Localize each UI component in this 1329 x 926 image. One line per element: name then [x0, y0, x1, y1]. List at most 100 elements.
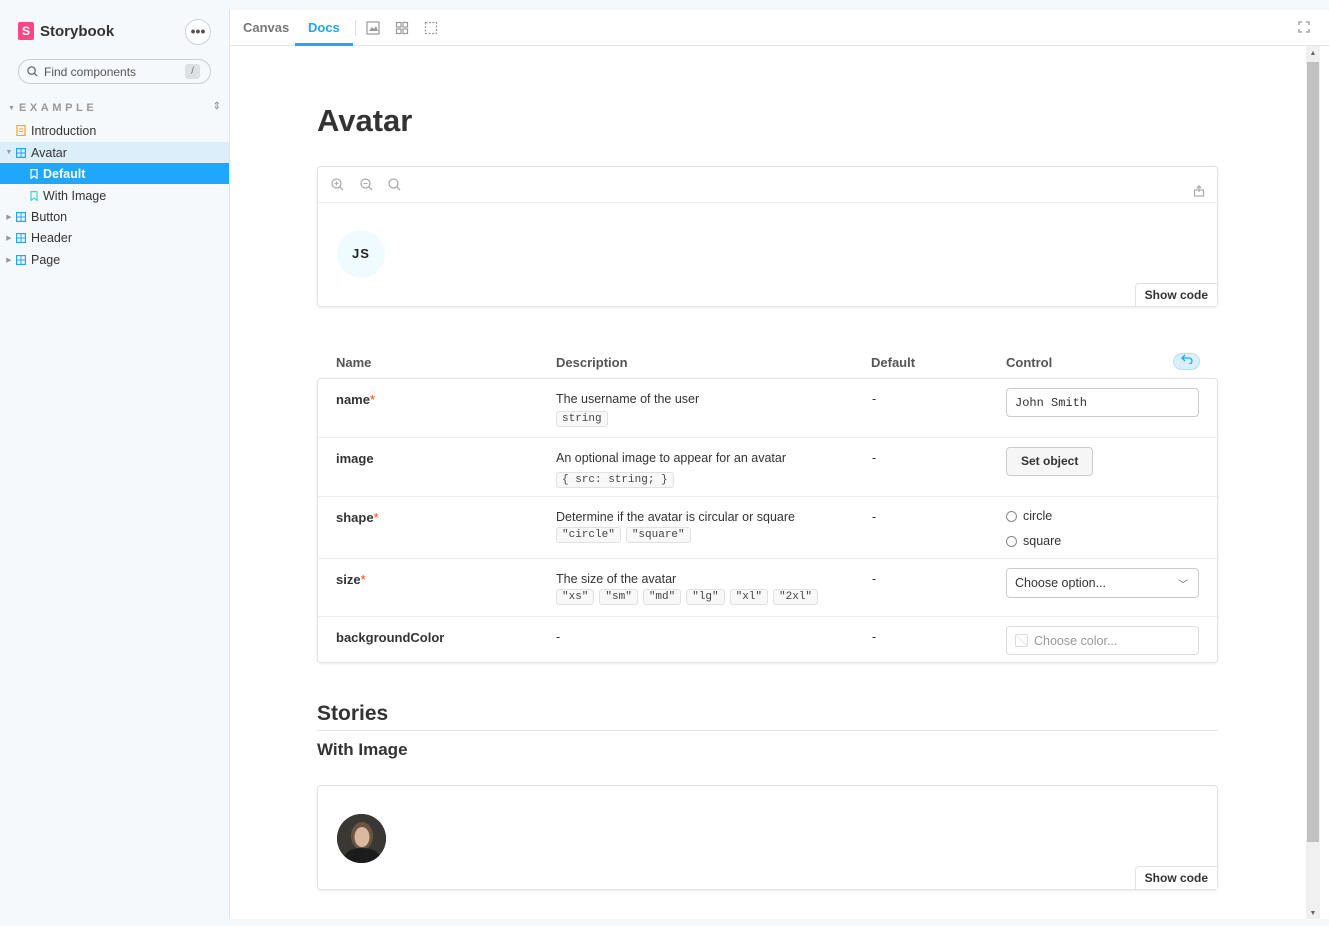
sidebar-item-label: Introduction — [31, 123, 97, 138]
arg-default: - — [872, 392, 877, 406]
arg-default: - — [872, 510, 877, 524]
page-title: Avatar — [317, 103, 413, 138]
column-header-control: Control — [1006, 355, 1053, 370]
show-code-button[interactable]: Show code — [1134, 283, 1217, 306]
section-label: EXAMPLE — [18, 102, 98, 114]
args-table: name* The username of the user string - … — [317, 378, 1218, 663]
caret-right-icon: ▶ — [6, 234, 12, 242]
arg-description: The size of the avatar — [556, 572, 677, 586]
stories-heading: Stories — [317, 702, 1218, 731]
background-image-icon[interactable] — [366, 21, 380, 35]
bookmark-icon — [30, 190, 38, 201]
sidebar: S Storybook ••• / ▼ EXAMPLE ⇕ Introducti… — [0, 10, 229, 926]
radio-button[interactable] — [1006, 510, 1017, 522]
type-code: "xs" — [556, 589, 595, 605]
scroll-up-arrow-icon[interactable]: ▲ — [1308, 50, 1318, 57]
size-select[interactable]: Choose option... ﹀ — [1006, 568, 1199, 598]
reset-controls-button[interactable] — [1173, 353, 1200, 370]
sidebar-item-button[interactable]: ▶ Button — [0, 206, 229, 227]
main-panel: Canvas Docs ▲ ▼ Avatar JS Show code Name… — [229, 10, 1329, 919]
color-placeholder: Choose color... — [1034, 633, 1118, 648]
search-shortcut-badge: / — [185, 64, 200, 79]
radio-button[interactable] — [1006, 535, 1017, 547]
type-code: { src: string; } — [556, 472, 674, 488]
storybook-logo-icon: S — [18, 22, 34, 40]
arg-description: The username of the user — [556, 392, 700, 406]
sidebar-item-label: Header — [31, 230, 72, 245]
tab-canvas[interactable]: Canvas — [243, 10, 289, 46]
required-marker: * — [373, 510, 379, 525]
component-icon — [16, 232, 26, 243]
sidebar-item-label: Button — [31, 209, 68, 224]
search-input[interactable] — [44, 64, 174, 79]
component-icon — [16, 147, 26, 158]
radio-option-circle[interactable]: circle — [1006, 509, 1052, 523]
arg-description: - — [556, 630, 561, 644]
required-marker: * — [360, 572, 366, 587]
type-code: "xl" — [729, 589, 769, 605]
zoom-in-icon[interactable] — [331, 178, 344, 191]
sidebar-item-avatar[interactable]: ▼ Avatar — [0, 142, 229, 163]
zoom-out-icon[interactable] — [360, 178, 373, 191]
caret-right-icon: ▶ — [6, 256, 12, 264]
avatar: JS — [337, 230, 385, 278]
arg-types: { src: string; } — [556, 472, 674, 488]
arg-name: shape* — [336, 510, 379, 525]
story-preview-with-image: Show code — [317, 785, 1218, 890]
set-object-button[interactable]: Set object — [1006, 447, 1094, 476]
type-code: "sm" — [599, 589, 638, 605]
scrollbar-thumb[interactable] — [1307, 62, 1319, 842]
grid-icon[interactable] — [395, 21, 409, 35]
column-header-name: Name — [336, 355, 372, 370]
show-code-button[interactable]: Show code — [1134, 866, 1217, 889]
arg-default: - — [872, 572, 877, 586]
document-icon — [16, 125, 26, 136]
sidebar-item-default[interactable]: Default — [0, 163, 229, 184]
type-code: "2xl" — [773, 589, 819, 605]
caret-down-icon: ▼ — [8, 104, 15, 112]
expand-collapse-icon[interactable]: ⇕ — [213, 101, 221, 112]
table-row: image An optional image to appear for an… — [318, 437, 1217, 496]
sidebar-menu-button[interactable]: ••• — [185, 19, 211, 45]
sidebar-item-introduction[interactable]: Introduction — [0, 120, 229, 141]
arg-name: name* — [336, 392, 376, 407]
type-code: "square" — [625, 527, 691, 543]
arg-types: string — [556, 411, 608, 427]
preview-toolbar — [318, 167, 1217, 203]
tab-docs[interactable]: Docs — [295, 10, 353, 46]
zoom-reset-icon[interactable] — [388, 178, 401, 191]
sidebar-item-label: Default — [43, 166, 86, 181]
args-table-header: Name Description Default Control — [317, 352, 1218, 378]
search-box[interactable]: / — [18, 59, 211, 84]
type-code: string — [556, 411, 608, 427]
scroll-down-arrow-icon[interactable]: ▼ — [1308, 910, 1318, 917]
color-picker-control[interactable]: Choose color... — [1006, 626, 1199, 655]
component-icon — [16, 254, 26, 265]
table-row: name* The username of the user string - … — [318, 379, 1217, 437]
fullscreen-icon[interactable] — [1298, 21, 1310, 33]
outline-icon[interactable] — [424, 21, 438, 35]
sidebar-item-header[interactable]: ▶ Header — [0, 227, 229, 248]
table-row: backgroundColor - - Choose color... — [318, 616, 1217, 664]
name-text-control[interactable]: John Smith — [1006, 388, 1199, 417]
sidebar-section-example[interactable]: ▼ EXAMPLE ⇕ — [8, 101, 221, 114]
arg-default: - — [872, 451, 877, 465]
story-heading: With Image — [317, 740, 408, 759]
radio-label: square — [1023, 534, 1062, 548]
arg-types: "xs" "sm" "md" "lg" "xl" "2xl" — [556, 589, 819, 605]
top-strip — [0, 0, 1329, 10]
sidebar-item-page[interactable]: ▶ Page — [0, 249, 229, 270]
table-row: shape* Determine if the avatar is circul… — [318, 496, 1217, 558]
brand[interactable]: S Storybook — [18, 22, 114, 40]
sidebar-item-label: Page — [31, 252, 61, 267]
share-icon[interactable] — [1193, 185, 1205, 197]
type-code: "lg" — [686, 589, 725, 605]
toolbar-divider — [355, 20, 356, 36]
bookmark-icon — [30, 168, 38, 179]
radio-option-square[interactable]: square — [1006, 534, 1061, 548]
scrollbar[interactable]: ▲ ▼ — [1306, 46, 1320, 919]
caret-right-icon: ▶ — [6, 213, 12, 221]
sidebar-item-with-image[interactable]: With Image — [0, 185, 229, 206]
table-row: size* The size of the avatar "xs" "sm" "… — [318, 558, 1217, 616]
color-swatch[interactable] — [1015, 634, 1028, 647]
